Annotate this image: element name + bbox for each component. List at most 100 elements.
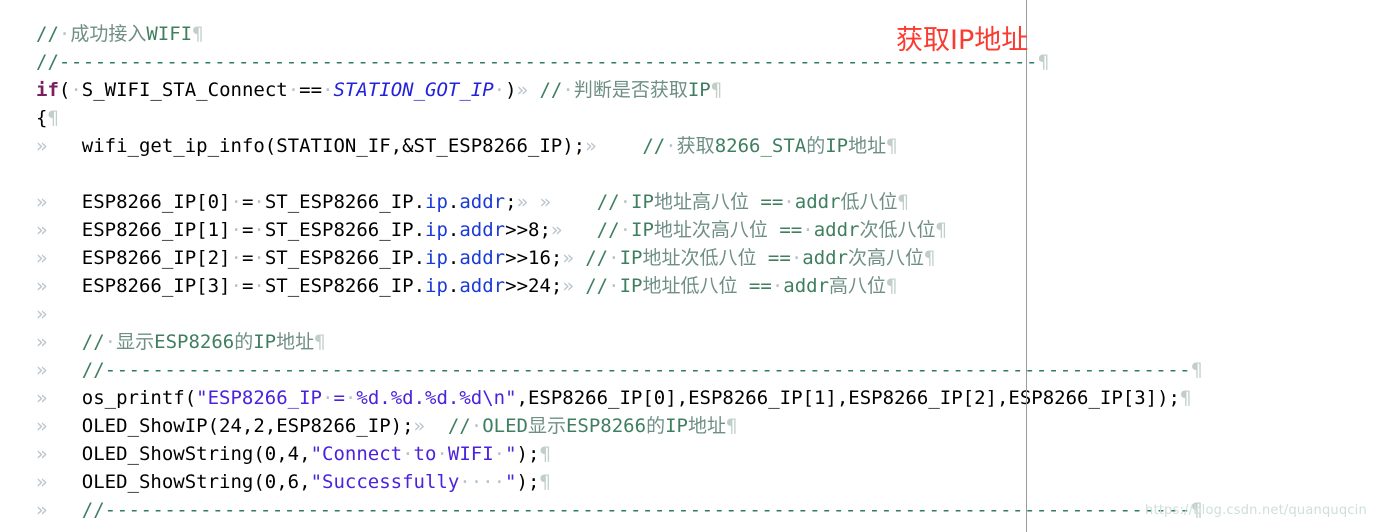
- comment-token: addr: [794, 191, 841, 213]
- code-line[interactable]: //--------------------------------------…: [0, 48, 1383, 76]
- paragraph-mark: ¶: [314, 331, 326, 353]
- code-token: os_printf(: [81, 387, 197, 409]
- comment-divider: ----------------------------------------…: [58, 51, 1038, 73]
- comment-token: addr: [783, 275, 830, 297]
- code-line[interactable]: » ESP8266_IP[3]·=·ST_ESP8266_IP.ip.addr>…: [0, 272, 1383, 300]
- code-line[interactable]: {¶: [0, 104, 1383, 132]
- paragraph-mark: ¶: [897, 191, 909, 213]
- code-token: );: [516, 471, 540, 493]
- member-token: ip: [425, 275, 448, 297]
- tab-mark: »: [36, 471, 48, 493]
- tab-mark: »: [36, 415, 48, 437]
- comment-token: 地址: [848, 135, 887, 157]
- code-line[interactable]: » wifi_get_ip_info(STATION_IF,&ST_ESP826…: [0, 132, 1383, 160]
- comment-token: 的: [234, 331, 254, 353]
- comment-token: 高八位: [691, 191, 749, 213]
- code-line[interactable]: » //------------------------------------…: [0, 356, 1383, 384]
- comment-token: ==: [767, 219, 803, 241]
- space-mark: ·: [562, 79, 574, 101]
- tab-mark: »: [36, 191, 48, 213]
- code-editor-surface[interactable]: //·成功接入WIFI¶//--------------------------…: [0, 0, 1383, 532]
- string-token: "ESP8266_IP: [196, 387, 323, 409]
- comment-token: //: [36, 23, 59, 45]
- comment-divider: ----------------------------------------…: [104, 499, 1192, 521]
- comment-token: //: [36, 51, 59, 73]
- keyword-token: if: [36, 79, 59, 101]
- space-mark: ·: [253, 247, 265, 269]
- code-token: .: [447, 247, 460, 269]
- space-mark: ·: [470, 415, 483, 437]
- paragraph-mark: ¶: [710, 79, 723, 101]
- member-token: ip: [425, 247, 448, 269]
- space-mark: ·: [230, 219, 242, 241]
- comment-token: //: [539, 79, 563, 101]
- code-line[interactable]: »: [0, 300, 1383, 328]
- code-line[interactable]: » OLED_ShowString(0,6,"Successfully····"…: [0, 468, 1383, 496]
- code-lines-container[interactable]: //·成功接入WIFI¶//--------------------------…: [0, 20, 1383, 524]
- space-mark: ·: [402, 443, 414, 465]
- comment-token: //: [596, 191, 620, 213]
- code-line[interactable]: » ESP8266_IP[2]·=·ST_ESP8266_IP.ip.addr>…: [0, 244, 1383, 272]
- space-mark: ·: [287, 79, 300, 101]
- code-token: =: [241, 275, 254, 297]
- tab-mark: »: [36, 387, 48, 409]
- macro-token: STATION_GOT_IP: [333, 79, 494, 101]
- code-line[interactable]: » ESP8266_IP[0]·=·ST_ESP8266_IP.ip.addr;…: [0, 188, 1383, 216]
- comment-token: 的: [806, 135, 826, 157]
- comment-token: 地址: [687, 415, 726, 437]
- string-token: =: [333, 387, 345, 409]
- tab-mark: »: [36, 359, 48, 381]
- space-mark: ·: [322, 387, 334, 409]
- comment-token: WIFI: [146, 23, 193, 45]
- code-line[interactable]: //·成功接入WIFI¶: [0, 20, 1383, 48]
- paragraph-mark: ¶: [924, 247, 936, 269]
- paragraph-mark: ¶: [886, 135, 898, 157]
- code-line[interactable]: » OLED_ShowIP(24,2,ESP8266_IP);» //·OLED…: [0, 412, 1383, 440]
- comment-token: //: [81, 331, 105, 353]
- comment-token: 显示: [527, 415, 566, 437]
- space-mark: ·: [783, 191, 795, 213]
- code-token: ESP8266_IP[0]: [81, 191, 231, 213]
- code-token: >>24;: [505, 275, 563, 297]
- code-line[interactable]: » os_printf("ESP8266_IP·=·%d.%d.%d.%d\n"…: [0, 384, 1383, 412]
- code-line[interactable]: if(·S_WIFI_STA_Connect·==·STATION_GOT_IP…: [0, 76, 1383, 104]
- space-mark: ·: [253, 191, 265, 213]
- space-mark: ·: [436, 443, 448, 465]
- tab-mark: »: [562, 247, 574, 269]
- space-mark: ·: [70, 79, 82, 101]
- comment-token: ==: [756, 247, 791, 269]
- code-token: ;: [505, 191, 517, 213]
- string-token: "Successfully: [310, 471, 460, 493]
- code-line[interactable]: » ESP8266_IP[1]·=·ST_ESP8266_IP.ip.addr>…: [0, 216, 1383, 244]
- code-line[interactable]: [0, 160, 1383, 188]
- code-token: .: [447, 191, 460, 213]
- blog-watermark: https://blog.csdn.net/quanquqcin: [1145, 503, 1367, 518]
- code-token: ST_ESP8266_IP.: [264, 247, 426, 269]
- space-mark: ·: [493, 79, 506, 101]
- space-mark: ·: [230, 191, 242, 213]
- space-mark: ·: [802, 219, 814, 241]
- space-mark: ·: [790, 247, 803, 269]
- code-token: ESP8266_IP[1]: [81, 219, 231, 241]
- string-token: ": [505, 471, 517, 493]
- comment-token: //: [596, 219, 620, 241]
- space-mark: ·: [230, 275, 242, 297]
- code-line[interactable]: » OLED_ShowString(0,4,"Connect·to·WIFI·"…: [0, 440, 1383, 468]
- space-mark: ·: [104, 331, 117, 353]
- tab-mark: »: [550, 219, 563, 241]
- code-token: OLED_ShowIP(24,2,ESP8266_IP);: [81, 415, 414, 437]
- comment-token: 地址次高八位: [653, 219, 768, 241]
- code-line[interactable]: » //·显示ESP8266的IP地址¶: [0, 328, 1383, 356]
- string-token: to: [413, 443, 437, 465]
- code-token: ST_ESP8266_IP.: [264, 219, 426, 241]
